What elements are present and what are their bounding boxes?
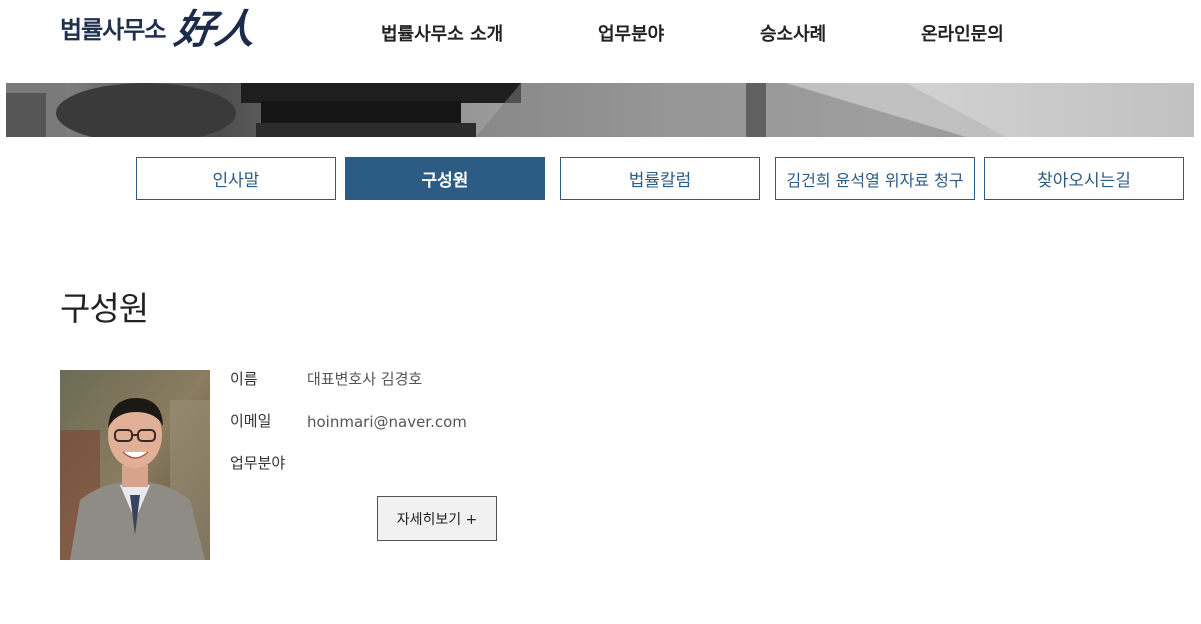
name-value: 대표변호사 김경호 [307, 370, 423, 388]
practice-field-label: 업무분야 [230, 454, 286, 472]
email-label: 이메일 [230, 412, 272, 430]
site-logo[interactable]: 법률사무소 好人 [60, 6, 259, 53]
nav-item-about[interactable]: 법률사무소 소개 [381, 22, 503, 48]
site-header: 법률사무소 好人 법률사무소 소개 업무분야 승소사례 온라인문의 [0, 0, 1201, 83]
logo-hanja: 好人 [172, 6, 259, 53]
name-label: 이름 [230, 370, 258, 388]
email-value[interactable]: hoinmari@naver.com [307, 412, 467, 432]
hero-banner-image [6, 83, 1194, 137]
nav-item-inquiry[interactable]: 온라인문의 [921, 22, 1004, 48]
view-details-button[interactable]: 자세히보기 + [377, 496, 497, 541]
nav-item-cases[interactable]: 승소사례 [760, 22, 826, 48]
tab-members[interactable]: 구성원 [345, 157, 545, 200]
member-photo [60, 370, 210, 560]
tab-greeting[interactable]: 인사말 [136, 157, 336, 200]
tab-legal-column[interactable]: 법률칼럼 [560, 157, 760, 200]
page-title: 구성원 [60, 289, 149, 328]
tab-lawsuit[interactable]: 김건희 윤석열 위자료 청구 [775, 157, 975, 200]
logo-text: 법률사무소 [60, 16, 166, 44]
tab-directions[interactable]: 찾아오시는길 [984, 157, 1184, 200]
nav-item-practice-areas[interactable]: 업무분야 [598, 22, 664, 48]
